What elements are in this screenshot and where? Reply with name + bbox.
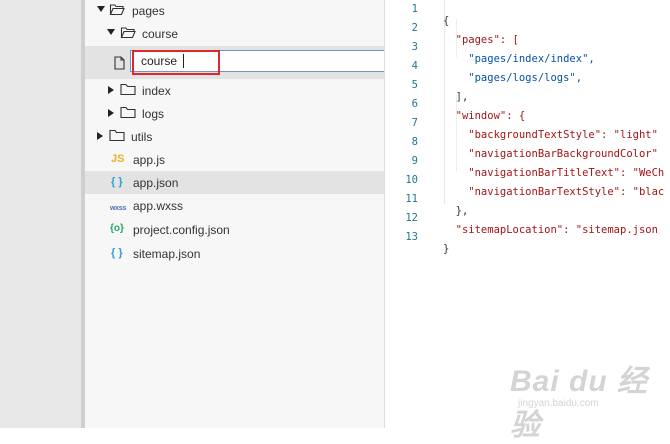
folder-icon <box>120 106 136 122</box>
code-line: 2 "pages": [ <box>385 10 670 46</box>
json-file-icon: { } <box>111 176 123 188</box>
folder-icon <box>120 83 136 99</box>
chevron-down-icon[interactable] <box>97 6 105 12</box>
folder-open-icon <box>120 26 136 42</box>
tree-folder-index[interactable]: index <box>85 79 384 102</box>
tree-label: sitemap.json <box>133 247 201 261</box>
tree-folder-course[interactable]: course <box>85 22 384 45</box>
folder-icon <box>109 129 125 145</box>
line-number: 13 <box>405 231 418 243</box>
tree-folder-logs[interactable]: logs <box>85 102 384 125</box>
tree-label: logs <box>142 107 165 121</box>
tree-label: course <box>142 27 179 41</box>
chevron-right-icon[interactable] <box>97 132 103 140</box>
json-file-icon: { } <box>111 247 123 259</box>
js-file-icon: JS <box>111 153 125 165</box>
left-panel <box>0 0 81 428</box>
code-line: 8 "navigationBarBackgroundColor" <box>385 124 670 160</box>
watermark-url: jingyan.baidu.com <box>518 398 599 409</box>
file-icon <box>114 56 125 73</box>
tree-file-sitemap-json[interactable]: { } sitemap.json <box>85 242 384 265</box>
code-line: 12 "sitemapLocation": "sitemap.json <box>385 200 670 236</box>
code-line: 1 { <box>385 0 670 27</box>
tree-file-app-wxss[interactable]: wxss app.wxss <box>85 194 384 217</box>
code-line: 7 "backgroundTextStyle": "light" <box>385 105 670 141</box>
code-line: 5 ], <box>385 67 670 103</box>
tree-label: utils <box>131 130 153 144</box>
code-line: 10 "navigationBarTextStyle": "blac <box>385 162 670 198</box>
code-line: 11 }, <box>385 181 670 217</box>
code-line: 4 "pages/logs/logs", <box>385 48 670 84</box>
code-line: 6 "window": { <box>385 86 670 122</box>
tree-file-project-config[interactable]: {o} project.config.json <box>85 218 384 241</box>
tree-folder-pages[interactable]: pages <box>85 0 384 22</box>
tree-file-app-json[interactable]: { } app.json <box>85 171 384 194</box>
folder-open-icon <box>109 3 125 19</box>
highlight-box <box>132 50 220 75</box>
code-line: 9 "navigationBarTitleText": "WeCh <box>385 143 670 179</box>
line-text: } <box>443 243 450 255</box>
tree-label: app.wxss <box>133 199 184 213</box>
tree-label: index <box>142 84 171 98</box>
code-line: 3 "pages/index/index", <box>385 29 670 65</box>
tree-label: pages <box>132 4 165 18</box>
watermark: Bai du 经验 jingyan.baidu.com <box>510 352 660 442</box>
chevron-right-icon[interactable] <box>108 109 114 117</box>
wxss-file-icon: wxss <box>110 205 126 212</box>
chevron-down-icon[interactable] <box>107 29 115 35</box>
tree-label: project.config.json <box>133 223 230 237</box>
chevron-right-icon[interactable] <box>108 86 114 94</box>
code-line: 13 } <box>385 219 670 255</box>
tree-label: app.json <box>133 176 179 190</box>
file-explorer: pages course course index logs utils JS … <box>85 0 388 428</box>
tree-file-app-js[interactable]: JS app.js <box>85 148 384 171</box>
tree-folder-utils[interactable]: utils <box>85 125 384 148</box>
tree-label: app.js <box>133 153 166 167</box>
config-file-icon: {o} <box>110 223 124 234</box>
